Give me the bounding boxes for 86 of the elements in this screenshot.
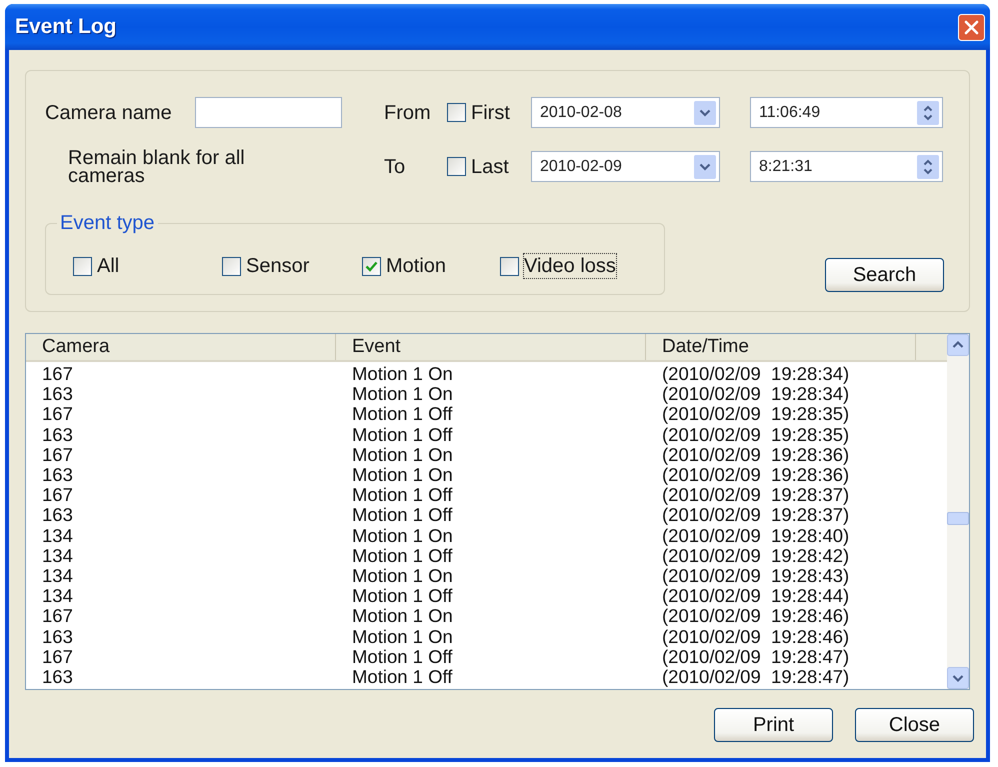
chevron-down-icon[interactable] bbox=[694, 100, 716, 124]
table-cell: 167 bbox=[42, 404, 73, 424]
date-dropdown[interactable]: 2010-02-09 bbox=[531, 151, 720, 182]
table-cell: Motion 1 On bbox=[352, 364, 453, 384]
checkbox[interactable] bbox=[362, 256, 381, 276]
camera-name-field[interactable] bbox=[195, 97, 342, 128]
table-cell: Motion 1 Off bbox=[352, 546, 452, 566]
checkbox-label: Video loss bbox=[524, 254, 616, 278]
table-cell: (2010/02/09 19:28:34) bbox=[662, 384, 850, 404]
table-cell: (2010/02/09 19:28:47) bbox=[662, 666, 850, 687]
dialog-button[interactable]: Print bbox=[714, 708, 833, 742]
table-cell: (2010/02/09 19:28:37) bbox=[662, 485, 850, 506]
dialog-button[interactable]: Close bbox=[855, 708, 974, 742]
close-icon[interactable] bbox=[958, 14, 985, 40]
checkbox-label: First bbox=[471, 100, 510, 124]
camera-name-label: Camera name bbox=[45, 100, 172, 124]
table-cell: (2010/02/09 19:28:34) bbox=[662, 364, 850, 384]
table-cell: (2010/02/09 19:28:36) bbox=[662, 465, 850, 486]
checkbox[interactable] bbox=[447, 103, 466, 122]
chevron-down-icon[interactable] bbox=[694, 154, 716, 178]
table-cell: Motion 1 On bbox=[352, 465, 453, 486]
table-cell: (2010/02/09 19:28:35) bbox=[662, 404, 850, 424]
table-cell: 163 bbox=[42, 666, 73, 687]
spin-arrows-icon[interactable] bbox=[917, 100, 939, 124]
table-cell: (2010/02/09 19:28:35) bbox=[662, 424, 850, 445]
date-dropdown[interactable]: 2010-02-08 bbox=[531, 97, 720, 128]
table-cell: (2010/02/09 19:28:37) bbox=[662, 505, 850, 526]
table-cell: 134 bbox=[42, 546, 73, 566]
time-field[interactable]: 8:21:31 bbox=[750, 151, 943, 182]
table-cell: 167 bbox=[42, 485, 73, 506]
table-cell: Motion 1 On bbox=[352, 526, 453, 546]
range-label: From bbox=[384, 100, 431, 124]
checkbox-label: Motion bbox=[386, 254, 446, 278]
checkbox-label: Sensor bbox=[246, 254, 310, 278]
chevron-down-icon[interactable] bbox=[947, 667, 969, 689]
scrollbar[interactable] bbox=[947, 334, 969, 689]
table-cell: 163 bbox=[42, 626, 73, 647]
table-cell: (2010/02/09 19:28:44) bbox=[662, 586, 850, 606]
table-cell: Motion 1 On bbox=[352, 444, 453, 465]
table-cell: Motion 1 Off bbox=[352, 666, 452, 687]
table-cell: Motion 1 Off bbox=[352, 586, 452, 606]
table-cell: Motion 1 Off bbox=[352, 505, 452, 526]
table-cell: 167 bbox=[42, 646, 73, 667]
table-cell: Motion 1 Off bbox=[352, 404, 452, 424]
table-cell: Motion 1 On bbox=[352, 606, 453, 626]
column-header[interactable]: Date/Time bbox=[646, 334, 916, 360]
table-cell: (2010/02/09 19:28:42) bbox=[662, 546, 850, 566]
column-header[interactable]: Camera bbox=[26, 334, 336, 360]
column-header[interactable]: Event bbox=[336, 334, 646, 360]
table-cell: (2010/02/09 19:28:43) bbox=[662, 566, 850, 586]
table-cell: 163 bbox=[42, 424, 73, 445]
table-cell: Motion 1 Off bbox=[352, 646, 452, 667]
time-field[interactable]: 11:06:49 bbox=[750, 97, 943, 128]
table-cell: 163 bbox=[42, 465, 73, 486]
scroll-thumb[interactable] bbox=[947, 512, 969, 525]
table-cell: (2010/02/09 19:28:46) bbox=[662, 606, 850, 626]
checkbox[interactable] bbox=[500, 256, 519, 276]
table-cell: 134 bbox=[42, 586, 73, 606]
window-title: Event Log bbox=[15, 15, 117, 39]
hint-text: Remain blank for all cameras bbox=[68, 148, 246, 184]
table-cell: 163 bbox=[42, 505, 73, 526]
search-button[interactable]: Search bbox=[825, 258, 944, 292]
checkbox[interactable] bbox=[73, 256, 92, 276]
spin-arrows-icon[interactable] bbox=[917, 154, 939, 178]
table-cell: 167 bbox=[42, 364, 73, 384]
table-cell: 134 bbox=[42, 566, 73, 586]
table-cell: 134 bbox=[42, 526, 73, 546]
table-cell: (2010/02/09 19:28:40) bbox=[662, 526, 850, 546]
checkbox[interactable] bbox=[447, 157, 466, 176]
table-cell: 163 bbox=[42, 384, 73, 404]
table-cell: (2010/02/09 19:28:36) bbox=[662, 444, 850, 465]
chevron-up-icon[interactable] bbox=[947, 334, 969, 356]
table-cell: Motion 1 On bbox=[352, 384, 453, 404]
table-cell: (2010/02/09 19:28:46) bbox=[662, 626, 850, 647]
range-label: To bbox=[384, 154, 406, 178]
table-cell: 167 bbox=[42, 606, 73, 626]
table-cell: 167 bbox=[42, 444, 73, 465]
table-cell: Motion 1 Off bbox=[352, 485, 452, 506]
table-cell: Motion 1 On bbox=[352, 626, 453, 647]
table-cell: (2010/02/09 19:28:47) bbox=[662, 646, 850, 667]
event-type-legend: Event type bbox=[57, 212, 158, 234]
checkbox-label: All bbox=[97, 254, 120, 278]
checkbox-label: Last bbox=[471, 154, 509, 178]
table-cell: Motion 1 On bbox=[352, 566, 453, 586]
checkbox[interactable] bbox=[222, 256, 241, 276]
table-cell: Motion 1 Off bbox=[352, 424, 452, 445]
